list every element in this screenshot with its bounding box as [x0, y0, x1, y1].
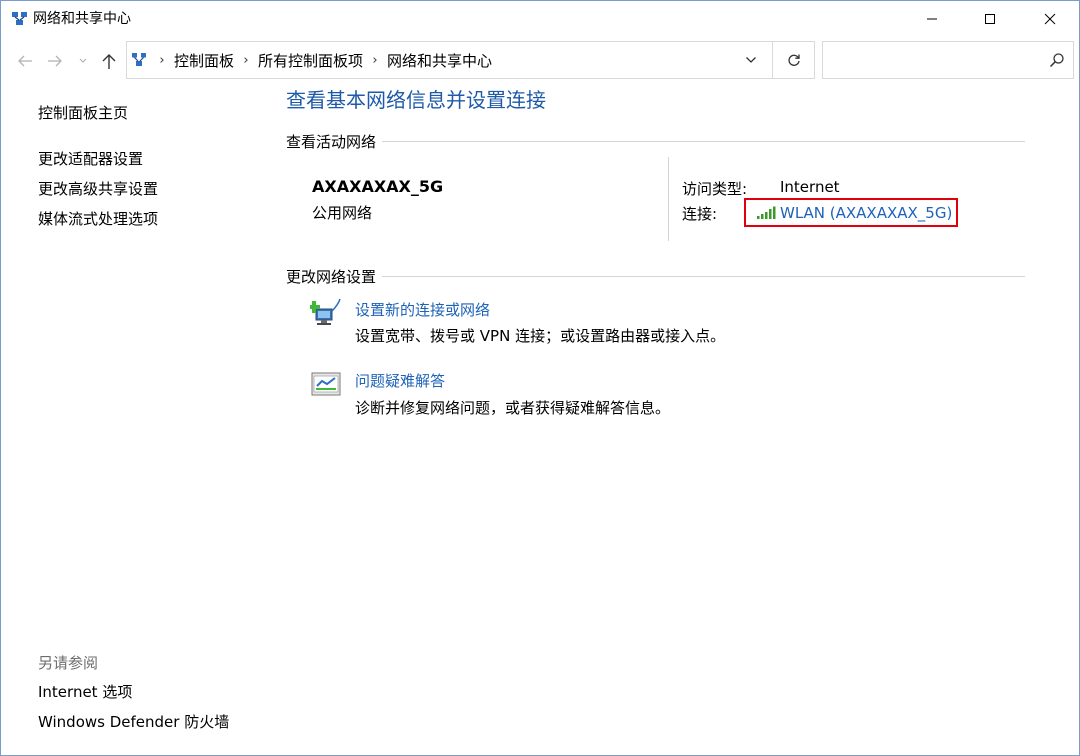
- sidebar-item-internet-options[interactable]: Internet 选项: [38, 682, 132, 702]
- address-bar[interactable]: › 控制面板 › 所有控制面板项 › 网络和共享中心: [126, 41, 773, 79]
- network-center-icon: [12, 12, 27, 25]
- breadcrumb-all-items[interactable]: 所有控制面板项: [255, 50, 366, 71]
- network-center-icon: [132, 53, 146, 66]
- search-box[interactable]: [822, 41, 1074, 79]
- see-also-heading: 另请参阅: [38, 654, 99, 672]
- main-content: 查看基本网络信息并设置连接 查看活动网络 AXAXAXAX_5G 公用网络 访问…: [286, 83, 1046, 755]
- back-button[interactable]: [13, 49, 37, 73]
- search-input[interactable]: [827, 46, 1041, 76]
- change-settings-section: 更改网络设置: [286, 266, 1025, 286]
- vertical-divider: [668, 157, 669, 241]
- refresh-icon: [787, 54, 800, 66]
- breadcrumb-control-panel[interactable]: 控制面板: [171, 50, 237, 71]
- active-networks-heading: 查看活动网络: [286, 132, 377, 151]
- recent-locations-button[interactable]: [75, 49, 91, 73]
- setup-connection-description: 设置宽带、拨号或 VPN 连接；或设置路由器或接入点。: [355, 327, 726, 345]
- maximize-icon: [985, 14, 995, 24]
- connection-value[interactable]: WLAN (AXAXAXAX_5G): [780, 204, 952, 222]
- sidebar: 控制面板主页 更改适配器设置 更改高级共享设置 媒体流式处理选项 另请参阅 In…: [1, 83, 271, 755]
- arrow-up-icon: [102, 54, 116, 69]
- breadcrumb-network-center[interactable]: 网络和共享中心: [384, 50, 495, 71]
- wlan-connection-link[interactable]: WLAN (AXAXAXAX_5G): [744, 198, 958, 227]
- sidebar-item-defender-firewall[interactable]: Windows Defender 防火墙: [38, 712, 229, 732]
- arrow-right-icon: [48, 55, 62, 67]
- window-title: 网络和共享中心: [33, 11, 131, 27]
- sidebar-item-control-panel-home[interactable]: 控制面板主页: [38, 103, 128, 123]
- network-setup-icon: [310, 298, 341, 325]
- sidebar-item-advanced-sharing[interactable]: 更改高级共享设置: [38, 179, 158, 199]
- maximize-button[interactable]: [961, 1, 1019, 37]
- arrow-left-icon: [18, 55, 32, 67]
- forward-button[interactable]: [43, 49, 67, 73]
- section-divider: [382, 275, 1025, 277]
- chevron-down-icon: [79, 58, 87, 63]
- section-divider: [382, 140, 1025, 142]
- network-sharing-center-window: 网络和共享中心 › 控制面板 › 所有控制面板项 › 网络和共享中心 控制面板主…: [0, 0, 1080, 756]
- sidebar-item-media-streaming[interactable]: 媒体流式处理选项: [38, 209, 158, 229]
- active-networks-section: 查看活动网络: [286, 131, 1025, 151]
- search-icon[interactable]: [1049, 52, 1065, 68]
- page-title: 查看基本网络信息并设置连接: [286, 88, 546, 112]
- refresh-button[interactable]: [773, 41, 815, 79]
- network-category[interactable]: 公用网络: [312, 202, 372, 223]
- access-type-label: 访问类型:: [682, 180, 748, 198]
- setup-connection-link[interactable]: 设置新的连接或网络: [355, 299, 490, 320]
- chevron-right-icon[interactable]: ›: [366, 53, 384, 68]
- breadcrumb: › 控制面板 › 所有控制面板项 › 网络和共享中心: [153, 42, 495, 78]
- chevron-right-icon[interactable]: ›: [153, 53, 171, 68]
- address-dropdown-button[interactable]: [739, 50, 763, 70]
- title-bar: 网络和共享中心: [1, 1, 1079, 37]
- wifi-signal-icon: [757, 206, 776, 219]
- connection-label: 连接:: [682, 205, 718, 223]
- troubleshoot-link[interactable]: 问题疑难解答: [355, 370, 445, 391]
- sidebar-item-adapter-settings[interactable]: 更改适配器设置: [38, 149, 143, 169]
- change-settings-heading: 更改网络设置: [286, 267, 377, 286]
- close-button[interactable]: [1021, 1, 1079, 37]
- minimize-icon: [927, 18, 937, 20]
- network-name: AXAXAXAX_5G: [312, 177, 444, 196]
- chevron-right-icon[interactable]: ›: [237, 53, 255, 68]
- troubleshoot-description: 诊断并修复网络问题，或者获得疑难解答信息。: [355, 399, 671, 417]
- chevron-down-icon: [746, 57, 756, 63]
- close-icon: [1044, 13, 1056, 25]
- troubleshoot-icon: [311, 372, 341, 396]
- minimize-button[interactable]: [903, 1, 961, 37]
- up-button[interactable]: [97, 49, 121, 73]
- navigation-bar: › 控制面板 › 所有控制面板项 › 网络和共享中心: [1, 39, 1079, 83]
- access-type-value: Internet: [780, 178, 840, 196]
